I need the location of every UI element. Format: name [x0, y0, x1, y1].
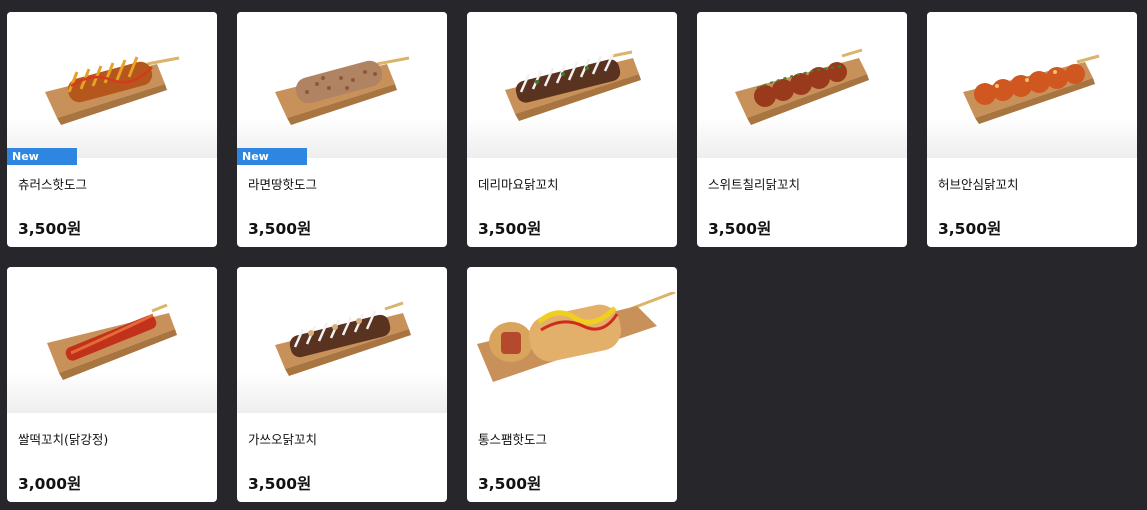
katsuo-skewer-image: [237, 267, 447, 413]
new-badge: New: [237, 148, 307, 165]
product-name: 라면땅핫도그: [248, 177, 318, 192]
product-card-churros-hotdog[interactable]: New 츄러스핫도그 3,500원: [7, 12, 217, 247]
churros-hotdog-image: [7, 12, 217, 158]
product-price: 3,500원: [248, 475, 312, 493]
product-name: 데리마요닭꼬치: [478, 177, 559, 192]
spam-hotdog-image: [467, 292, 677, 382]
product-name: 스위트칠리닭꼬치: [708, 177, 801, 192]
product-card-katsuo-skewer[interactable]: 가쓰오닭꼬치 3,500원: [237, 267, 447, 502]
ramen-crumb-hotdog-image: [237, 12, 447, 158]
product-card-rice-cake-skewer[interactable]: 쌀떡꼬치(닭강정) 3,000원: [7, 267, 217, 502]
product-card-herb-tenderloin-skewer[interactable]: 허브안심닭꼬치 3,500원: [927, 12, 1137, 247]
rice-cake-skewer-image: [7, 267, 217, 413]
product-price: 3,500원: [478, 220, 542, 238]
product-grid: New 츄러스핫도그 3,500원 New 라면땅핫도그 3,500원 데리마요…: [0, 0, 1147, 510]
product-price: 3,500원: [708, 220, 772, 238]
teriyaki-mayo-skewer-image: [467, 12, 677, 158]
product-name: 츄러스핫도그: [18, 177, 88, 192]
product-name: 통스팸핫도그: [478, 432, 548, 447]
product-card-spam-hotdog[interactable]: 통스팸핫도그 3,500원: [467, 267, 677, 502]
product-card-teriyaki-mayo-skewer[interactable]: 데리마요닭꼬치 3,500원: [467, 12, 677, 247]
product-name: 쌀떡꼬치(닭강정): [18, 432, 109, 447]
product-price: 3,500원: [938, 220, 1002, 238]
product-name: 가쓰오닭꼬치: [248, 432, 318, 447]
product-name: 허브안심닭꼬치: [938, 177, 1019, 192]
product-price: 3,000원: [18, 475, 82, 493]
new-badge: New: [7, 148, 77, 165]
product-price: 3,500원: [248, 220, 312, 238]
product-card-ramen-crumb-hotdog[interactable]: New 라면땅핫도그 3,500원: [237, 12, 447, 247]
sweet-chili-skewer-image: [697, 12, 907, 158]
product-price: 3,500원: [18, 220, 82, 238]
product-price: 3,500원: [478, 475, 542, 493]
herb-tenderloin-skewer-image: [927, 12, 1137, 158]
product-card-sweet-chili-skewer[interactable]: 스위트칠리닭꼬치 3,500원: [697, 12, 907, 247]
